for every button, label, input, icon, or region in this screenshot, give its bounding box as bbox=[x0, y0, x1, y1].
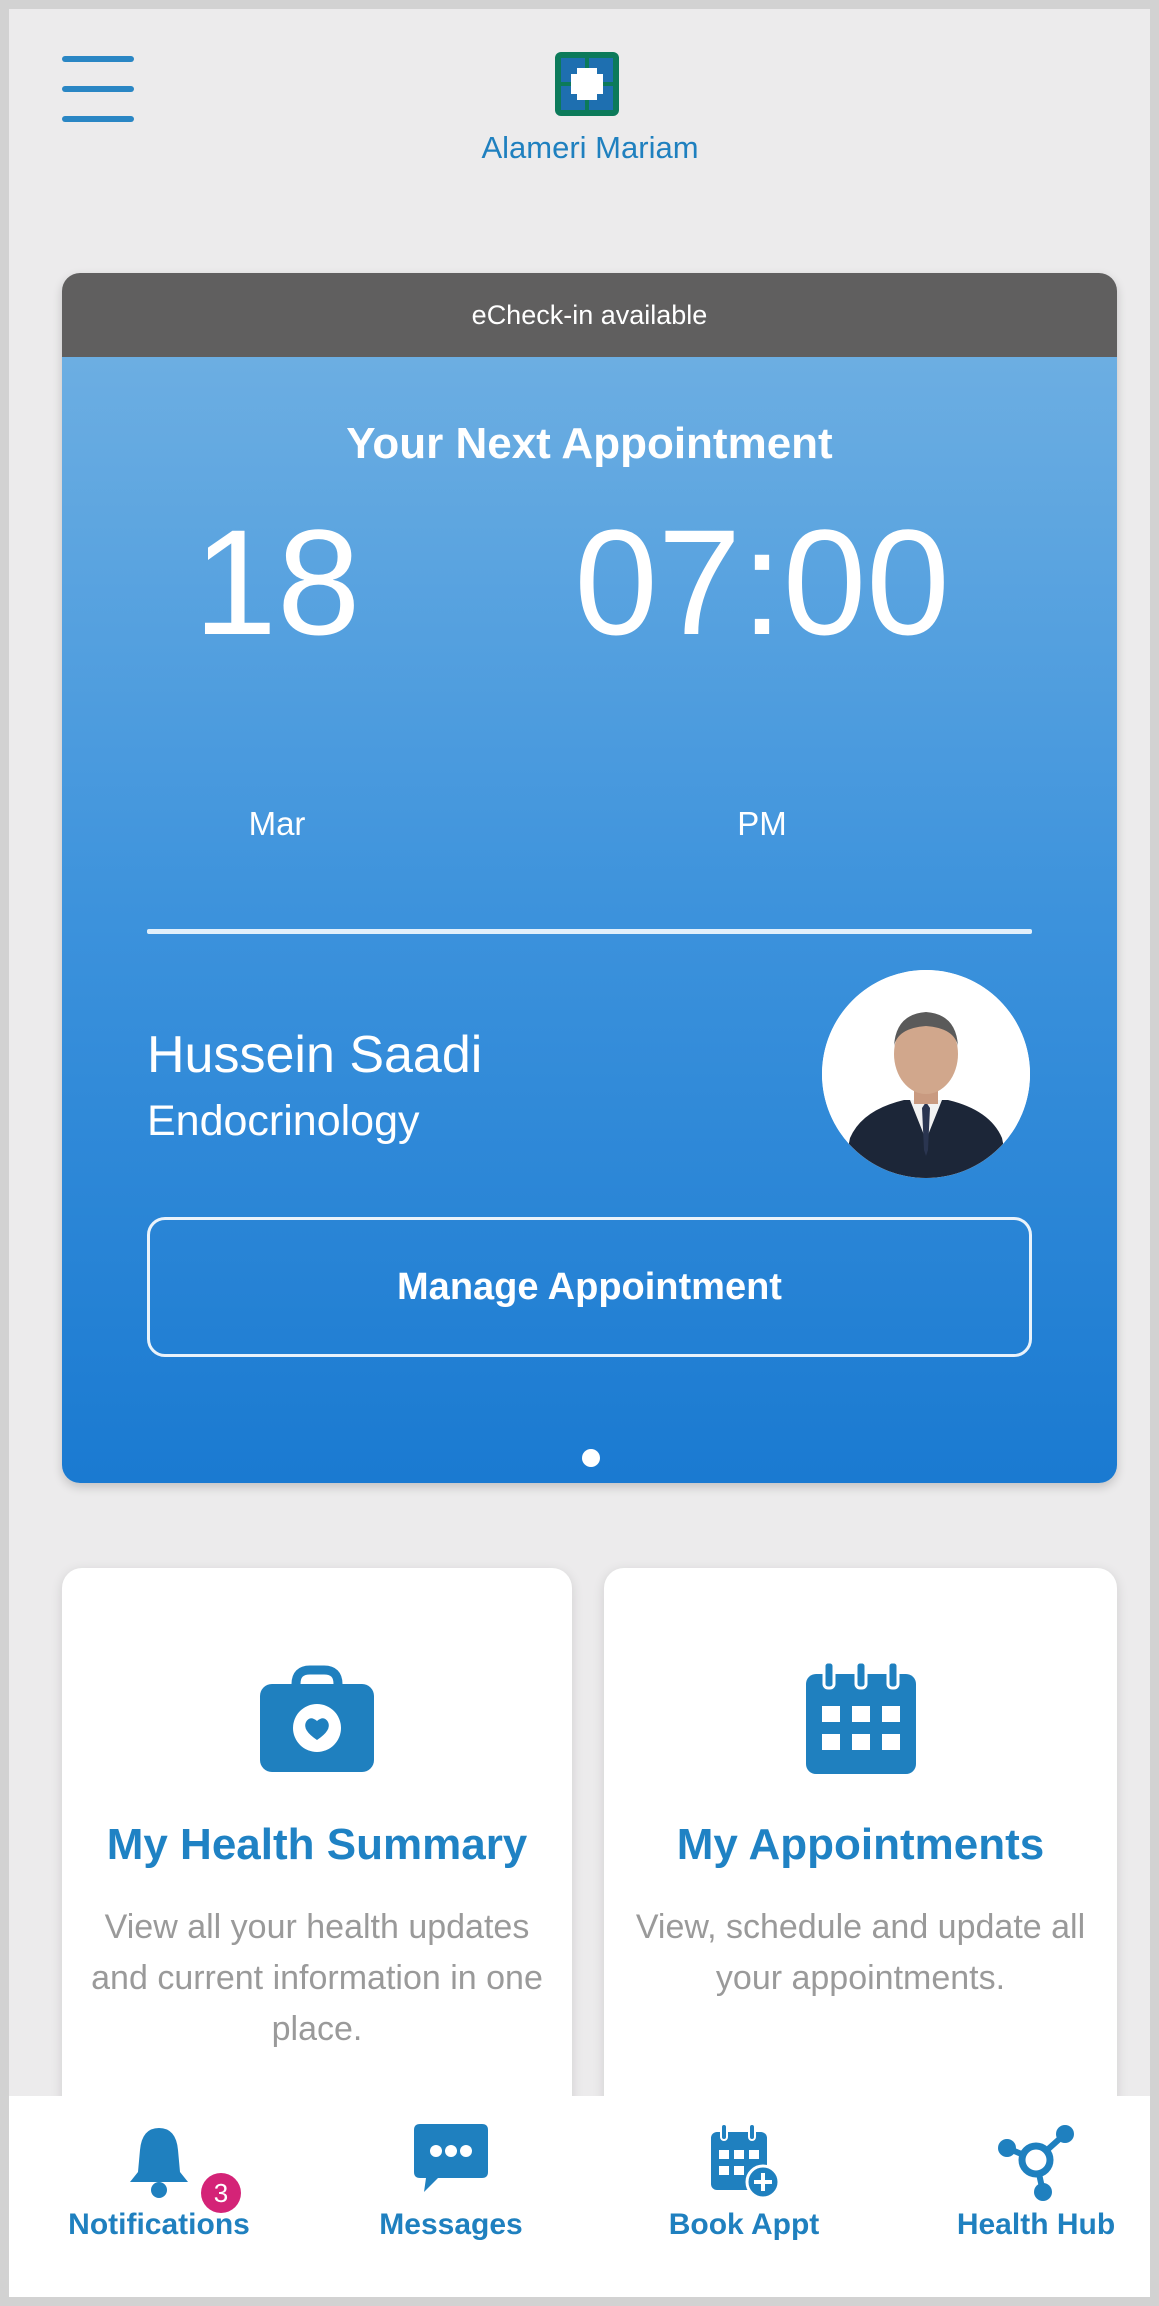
appointments-description: View, schedule and update all your appoi… bbox=[635, 1908, 1086, 1997]
appointment-ampm: PM bbox=[737, 805, 787, 842]
nav-notifications-label: Notifications bbox=[68, 2208, 250, 2241]
appointment-time: 07:00 bbox=[574, 498, 950, 666]
card-divider bbox=[147, 929, 1032, 934]
nav-messages-label: Messages bbox=[379, 2208, 523, 2241]
health-summary-title: My Health Summary bbox=[106, 1820, 528, 1869]
echeckin-banner[interactable]: eCheck-in available bbox=[62, 273, 1117, 357]
nav-health-hub-label: Health Hub bbox=[956, 2208, 1116, 2241]
hub-network-icon bbox=[998, 2125, 1074, 2201]
bell-icon bbox=[130, 2128, 188, 2198]
nav-health-hub[interactable]: Health Hub bbox=[926, 2096, 1146, 2297]
appointment-card-body: Your Next Appointment 18 07:00 Mar PM Hu… bbox=[62, 357, 1117, 1483]
calendar-add-icon bbox=[711, 2123, 781, 2200]
next-appointment-card: eCheck-in available Your Next Appointmen… bbox=[62, 273, 1117, 1483]
doctor-specialty: Endocrinology bbox=[147, 1097, 420, 1145]
appointments-tile[interactable]: My Appointments View, schedule and updat… bbox=[604, 1568, 1117, 2128]
nav-book-appt-label: Book Appt bbox=[668, 2208, 820, 2241]
next-appointment-title: Your Next Appointment bbox=[346, 419, 833, 468]
pagination-dot[interactable] bbox=[582, 1449, 600, 1467]
hamburger-menu-icon[interactable] bbox=[58, 50, 138, 128]
clinic-logo-icon bbox=[555, 52, 619, 116]
nav-book-appt[interactable]: Book Appt bbox=[634, 2096, 854, 2297]
appointments-title: My Appointments bbox=[676, 1820, 1045, 1869]
doctor-name: Hussein Saadi bbox=[147, 1026, 483, 1084]
calendar-icon bbox=[805, 1660, 916, 1774]
nav-messages[interactable]: Messages bbox=[341, 2096, 561, 2297]
chat-bubble-icon bbox=[414, 2124, 488, 2192]
manage-appointment-button[interactable]: Manage Appointment bbox=[147, 1217, 1032, 1357]
notification-badge: 3 bbox=[201, 2173, 241, 2213]
doctor-avatar bbox=[822, 970, 1030, 1178]
health-summary-description: View all your health updates and current… bbox=[91, 1908, 543, 2048]
appointment-month: Mar bbox=[248, 805, 306, 842]
health-briefcase-icon bbox=[260, 1665, 374, 1772]
profile-name[interactable]: Alameri Mariam bbox=[380, 130, 800, 166]
bottom-navigation: 3 Notifications Messages Book Appt Healt… bbox=[9, 2096, 1150, 2297]
health-summary-tile[interactable]: My Health Summary View all your health u… bbox=[62, 1568, 572, 2128]
nav-notifications[interactable]: 3 Notifications bbox=[49, 2096, 269, 2297]
appointment-day: 18 bbox=[193, 498, 361, 666]
